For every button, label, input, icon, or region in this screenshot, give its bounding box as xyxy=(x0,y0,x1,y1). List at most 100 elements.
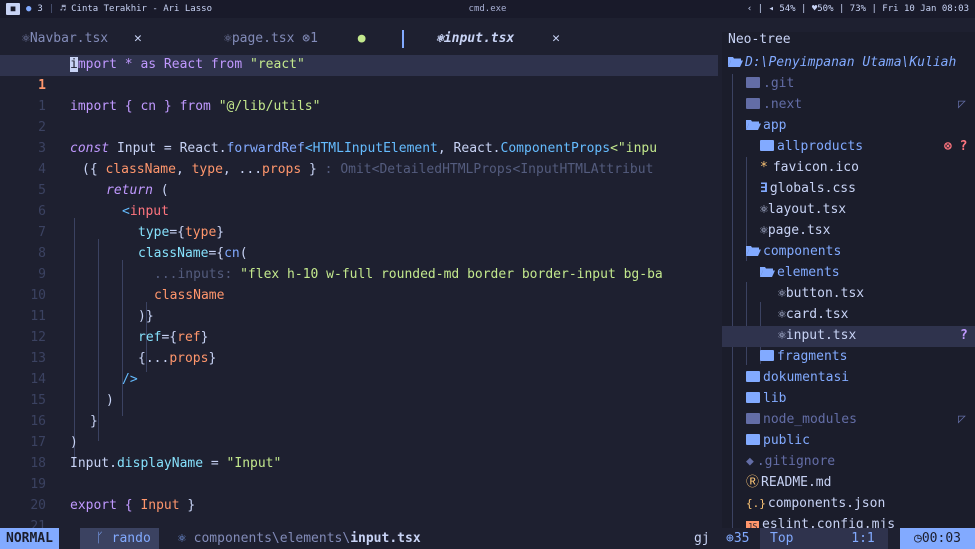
tree-item-public[interactable]: public xyxy=(746,431,810,452)
tree-item-card[interactable]: ⚛card.tsx xyxy=(778,305,848,326)
tree-guide xyxy=(746,282,747,365)
react-icon: ⚛ xyxy=(778,286,786,301)
tree-item-next[interactable]: .next xyxy=(746,95,802,116)
tab-input[interactable]: ⚛input.tsx ✕ xyxy=(436,28,560,50)
tree-guide xyxy=(732,74,733,528)
folder-icon xyxy=(760,350,774,361)
code-line[interactable]: 11 className xyxy=(0,286,718,324)
code-line[interactable]: 3 xyxy=(0,118,718,156)
code-line[interactable]: 20 xyxy=(0,475,718,513)
folder-icon xyxy=(746,434,760,445)
code-line[interactable]: 15 /> xyxy=(0,370,718,408)
folder-open-icon xyxy=(746,120,761,130)
tree-item-readme[interactable]: Ⓡ README.md xyxy=(746,473,831,494)
tab-label: page.tsx xyxy=(231,31,295,46)
tree-item-dokumentasi[interactable]: dokumentasi xyxy=(746,368,849,389)
code-line[interactable]: 10 ...inputs: "flex h-10 w-full rounded-… xyxy=(0,265,718,303)
folder-open-icon xyxy=(728,57,743,67)
pending-keys: gj xyxy=(694,531,710,546)
clock: ◷00:03 xyxy=(900,528,975,549)
active-tab-indicator xyxy=(402,30,404,48)
tree-item-input-selected[interactable]: ⚛input.tsx xyxy=(722,326,975,347)
ignored-icon: ◸ xyxy=(958,412,966,427)
tab-label: input.tsx xyxy=(443,31,515,46)
css-icon: ∃ xyxy=(760,181,768,196)
lsp-status: ⊕35 xyxy=(726,531,750,546)
react-icon: ⚛ xyxy=(778,328,786,343)
close-icon[interactable]: ✕ xyxy=(552,31,560,46)
code-line[interactable]: 1 import * as React from "react" xyxy=(0,55,718,93)
line-number: 21 xyxy=(30,518,46,528)
git-branch[interactable]: ᚴ rando xyxy=(80,528,159,549)
code-line[interactable]: 7 <input xyxy=(0,202,718,240)
code-editor[interactable]: 1 import * as React from "react" 1 2 imp… xyxy=(0,52,718,528)
code-line[interactable]: 12 )} xyxy=(0,307,718,345)
react-icon: ⚛ xyxy=(760,223,768,238)
react-icon: ⚛ xyxy=(178,531,186,546)
vim-mode: NORMAL xyxy=(0,528,59,549)
tree-root[interactable]: D:\Penyimpanan Utama\Kuliah xyxy=(728,53,956,74)
tab-navbar[interactable]: ⚛Navbar.tsx ✕ xyxy=(22,28,142,50)
tab-page[interactable]: ⚛page.tsx ⊗1 ● xyxy=(224,28,366,50)
react-icon: ⚛ xyxy=(760,202,768,217)
close-icon[interactable]: ✕ xyxy=(134,31,142,46)
tree-item-page[interactable]: ⚛page.tsx xyxy=(760,221,830,242)
react-icon: ⚛ xyxy=(436,31,444,46)
folder-open-icon xyxy=(760,267,775,277)
tree-item-fragments[interactable]: fragments xyxy=(760,347,847,368)
file-path: ⚛ components\elements\input.tsx xyxy=(178,531,421,546)
code-line[interactable]: 16 ) xyxy=(0,391,718,429)
code-line[interactable]: 19 Input.displayName = "Input" xyxy=(0,454,718,492)
code-line[interactable]: 21 export { Input } xyxy=(0,496,718,528)
modified-dot-icon: ● xyxy=(357,31,366,46)
code-line[interactable]: 6 return ( xyxy=(0,181,718,219)
tab-label: Navbar.tsx xyxy=(29,31,109,46)
folder-icon xyxy=(746,77,760,88)
system-topbar: ■ ● 3 | ♬ Cinta Terakhir - Ari Lasso cmd… xyxy=(0,0,975,18)
cursor-position: 1:1 xyxy=(838,528,888,549)
star-icon: * xyxy=(760,160,768,175)
tree-item-button[interactable]: ⚛button.tsx xyxy=(778,284,864,305)
code-line[interactable]: 4 const Input = React.forwardRef<HTMLInp… xyxy=(0,139,718,177)
tree-item-allproducts[interactable]: allproducts xyxy=(760,137,863,158)
code-line[interactable]: 2 import { cn } from "@/lib/utils" xyxy=(0,97,718,135)
inlay-type-hint: : Omit<DetailedHTMLProps<InputHTMLAttrib… xyxy=(324,162,654,177)
tree-item-lib[interactable]: lib xyxy=(746,389,786,410)
folder-icon xyxy=(746,371,760,382)
code-line[interactable]: 14 {...props} xyxy=(0,349,718,387)
code-line[interactable]: 9 className={cn( xyxy=(0,244,718,282)
folder-icon xyxy=(746,98,760,109)
tree-item-favicon[interactable]: * favicon.ico xyxy=(760,158,859,179)
tree-item-layout[interactable]: ⚛layout.tsx xyxy=(760,200,846,221)
tree-item-app[interactable]: app xyxy=(746,116,786,137)
tree-item-components-json[interactable]: {.} components.json xyxy=(746,494,885,515)
git-icon: ◆ xyxy=(746,454,754,469)
tree-item-git[interactable]: .git xyxy=(746,74,794,95)
json-icon: {.} xyxy=(746,497,766,510)
markdown-icon: Ⓡ xyxy=(746,475,760,490)
tree-item-components[interactable]: components xyxy=(746,242,841,263)
code-line[interactable]: 13 ref={ref} xyxy=(0,328,718,366)
folder-icon xyxy=(746,392,760,403)
code-line[interactable]: 8 type={type} xyxy=(0,223,718,261)
error-count-badge: ⊗1 xyxy=(302,31,318,46)
file-explorer[interactable]: Neo-tree D:\Penyimpanan Utama\Kuliah .gi… xyxy=(722,32,975,528)
git-untracked-badge: ? xyxy=(960,328,968,343)
folder-icon xyxy=(760,140,774,151)
code-line[interactable]: 17 } xyxy=(0,412,718,450)
react-icon: ⚛ xyxy=(22,31,30,46)
tree-item-elements[interactable]: elements xyxy=(760,263,840,284)
status-line: NORMAL ᚴ rando ⚛ components\elements\inp… xyxy=(0,528,975,549)
js-icon: JS xyxy=(746,521,759,528)
code-line[interactable]: 5 ({ className, type, ...props } : Omit<… xyxy=(0,160,718,198)
branch-icon: ᚴ xyxy=(96,531,104,546)
code-line[interactable]: 1 xyxy=(0,76,718,114)
scroll-position: Top xyxy=(760,528,848,549)
tree-item-node-modules[interactable]: node_modules xyxy=(746,410,857,431)
explorer-title: Neo-tree xyxy=(728,32,791,47)
tree-item-gitignore[interactable]: ◆ .gitignore xyxy=(746,452,835,473)
tree-item-eslint[interactable]: JS eslint.config.mjs xyxy=(746,515,895,528)
tree-item-globals[interactable]: ∃ globals.css xyxy=(760,179,856,200)
code-line[interactable]: 18 ) xyxy=(0,433,718,471)
git-status-badge: ⊗ ? xyxy=(944,139,968,154)
